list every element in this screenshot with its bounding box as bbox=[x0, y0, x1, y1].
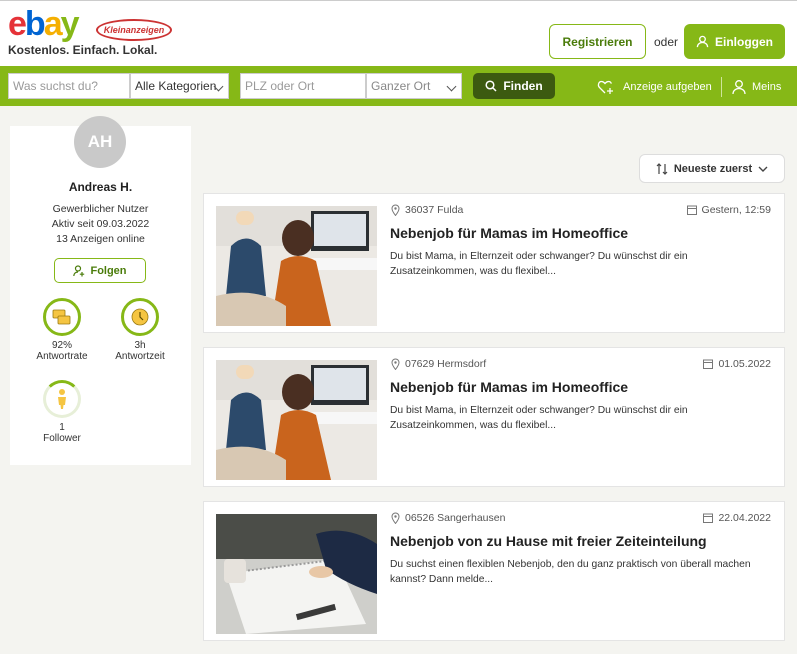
listing-title[interactable]: Nebenjob für Mamas im Homeoffice bbox=[390, 379, 628, 395]
user-icon bbox=[696, 35, 709, 48]
stat-followers: 1 Follower bbox=[22, 380, 102, 444]
search-bar: Was suchst du? Alle Kategorien PLZ oder … bbox=[0, 66, 797, 106]
date-text: 01.05.2022 bbox=[718, 358, 771, 370]
stat-label: Follower bbox=[43, 433, 81, 444]
location-pin-icon bbox=[391, 512, 400, 524]
listing-location: 06526 Sangerhausen bbox=[391, 512, 505, 524]
follow-label: Folgen bbox=[90, 264, 127, 277]
follow-button[interactable]: Folgen bbox=[54, 258, 146, 283]
location-input[interactable]: PLZ oder Ort bbox=[240, 73, 366, 99]
post-ad-link[interactable]: Anzeige aufgeben bbox=[597, 79, 712, 95]
user-icon bbox=[732, 80, 746, 95]
tagline: Kostenlos. Einfach. Lokal. bbox=[8, 43, 158, 57]
category-value: Alle Kategorien bbox=[135, 79, 217, 93]
location-pin-icon bbox=[391, 204, 400, 216]
account-link[interactable]: Meins bbox=[732, 79, 781, 95]
listing-location: 36037 Fulda bbox=[391, 204, 463, 216]
listing-image-notebook-desk[interactable] bbox=[216, 514, 377, 634]
search-icon bbox=[485, 80, 497, 92]
active-since: Aktiv seit 09.03.2022 bbox=[51, 218, 150, 230]
listing-date: Gestern, 12:59 bbox=[686, 204, 771, 216]
listing-card[interactable]: 06526 Sangerhausen 22.04.2022 Nebenjob v… bbox=[203, 501, 785, 641]
stat-value: 92% bbox=[51, 340, 72, 351]
radius-select[interactable]: Ganzer Ort bbox=[366, 73, 462, 99]
chevron-down-icon bbox=[446, 81, 457, 92]
ebay-kleinanzeigen-logo[interactable]: ebay Kleinanzeigen bbox=[8, 5, 172, 43]
calendar-icon bbox=[703, 513, 714, 523]
listing-location: 07629 Hermsdorf bbox=[391, 358, 486, 370]
listing-description: Du bist Mama, in Elternzeit oder schwang… bbox=[390, 405, 688, 431]
calendar-icon bbox=[703, 359, 714, 369]
ads-online: 13 Anzeigen online bbox=[56, 233, 145, 245]
response-time-ring bbox=[121, 298, 159, 336]
response-rate-ring bbox=[43, 298, 81, 336]
register-button[interactable]: Registrieren bbox=[549, 24, 646, 59]
avatar: AH bbox=[74, 116, 126, 168]
followers-ring bbox=[43, 380, 81, 418]
listing-date: 22.04.2022 bbox=[703, 512, 771, 524]
user-plus-icon bbox=[73, 264, 85, 276]
logo-badge: Kleinanzeigen bbox=[96, 19, 172, 41]
logo-wordmark: ebay bbox=[8, 5, 80, 43]
date-text: 22.04.2022 bbox=[718, 512, 771, 524]
location-text: 36037 Fulda bbox=[405, 204, 464, 216]
login-button[interactable]: Einloggen bbox=[684, 24, 785, 59]
find-label: Finden bbox=[503, 79, 543, 93]
sort-label: Neueste zuerst bbox=[673, 162, 753, 175]
listing-description: Du bist Mama, in Elternzeit oder schwang… bbox=[390, 251, 688, 277]
seller-name: Andreas H. bbox=[68, 180, 133, 194]
header-divider bbox=[721, 77, 722, 97]
search-input[interactable]: Was suchst du? bbox=[8, 73, 130, 99]
stat-value: 1 bbox=[59, 422, 65, 433]
person-icon bbox=[58, 389, 66, 409]
account-label: Meins bbox=[752, 81, 782, 93]
calendar-icon bbox=[686, 205, 697, 215]
listing-image-mom-homeoffice[interactable] bbox=[216, 206, 377, 326]
stat-response-time: 3h Antwortzeit bbox=[100, 298, 180, 362]
date-text: Gestern, 12:59 bbox=[701, 204, 771, 216]
category-select[interactable]: Alle Kategorien bbox=[130, 73, 229, 99]
listing-description: Du suchst einen flexiblen Nebenjob, den … bbox=[390, 559, 751, 585]
stat-label: Antwortzeit bbox=[115, 351, 165, 362]
stat-value: 3h bbox=[134, 340, 146, 351]
chat-bubbles-icon bbox=[52, 309, 71, 325]
location-text: 07629 Hermsdorf bbox=[405, 358, 487, 370]
listing-card[interactable]: 07629 Hermsdorf 01.05.2022 Nebenjob für … bbox=[203, 347, 785, 487]
sort-icon bbox=[656, 162, 668, 175]
stat-response-rate: 92% Antwortrate bbox=[22, 298, 102, 362]
site-header: ebay Kleinanzeigen Kostenlos. Einfach. L… bbox=[0, 0, 797, 66]
location-pin-icon bbox=[391, 358, 400, 370]
seller-profile-card: AH Andreas H. Gewerblicher Nutzer Aktiv … bbox=[10, 116, 191, 465]
listing-title[interactable]: Nebenjob von zu Hause mit freier Zeitein… bbox=[390, 533, 707, 549]
clock-icon bbox=[131, 308, 149, 326]
radius-value: Ganzer Ort bbox=[371, 79, 431, 93]
stat-label: Antwortrate bbox=[36, 351, 88, 362]
listing-title[interactable]: Nebenjob für Mamas im Homeoffice bbox=[390, 225, 628, 241]
listing-image-mom-homeoffice[interactable] bbox=[216, 360, 377, 480]
heart-plus-icon bbox=[597, 80, 613, 94]
sort-dropdown[interactable]: Neueste zuerst bbox=[639, 154, 785, 183]
listing-card[interactable]: 36037 Fulda Gestern, 12:59 Nebenjob für … bbox=[203, 193, 785, 333]
location-text: 06526 Sangerhausen bbox=[405, 512, 506, 524]
chevron-down-icon bbox=[758, 166, 768, 172]
find-button[interactable]: Finden bbox=[473, 73, 555, 99]
or-label: oder bbox=[654, 35, 679, 49]
seller-type: Gewerblicher Nutzer bbox=[52, 203, 149, 215]
listing-date: 01.05.2022 bbox=[703, 358, 771, 370]
login-label: Einloggen bbox=[715, 34, 773, 49]
post-ad-label: Anzeige aufgeben bbox=[623, 81, 712, 93]
